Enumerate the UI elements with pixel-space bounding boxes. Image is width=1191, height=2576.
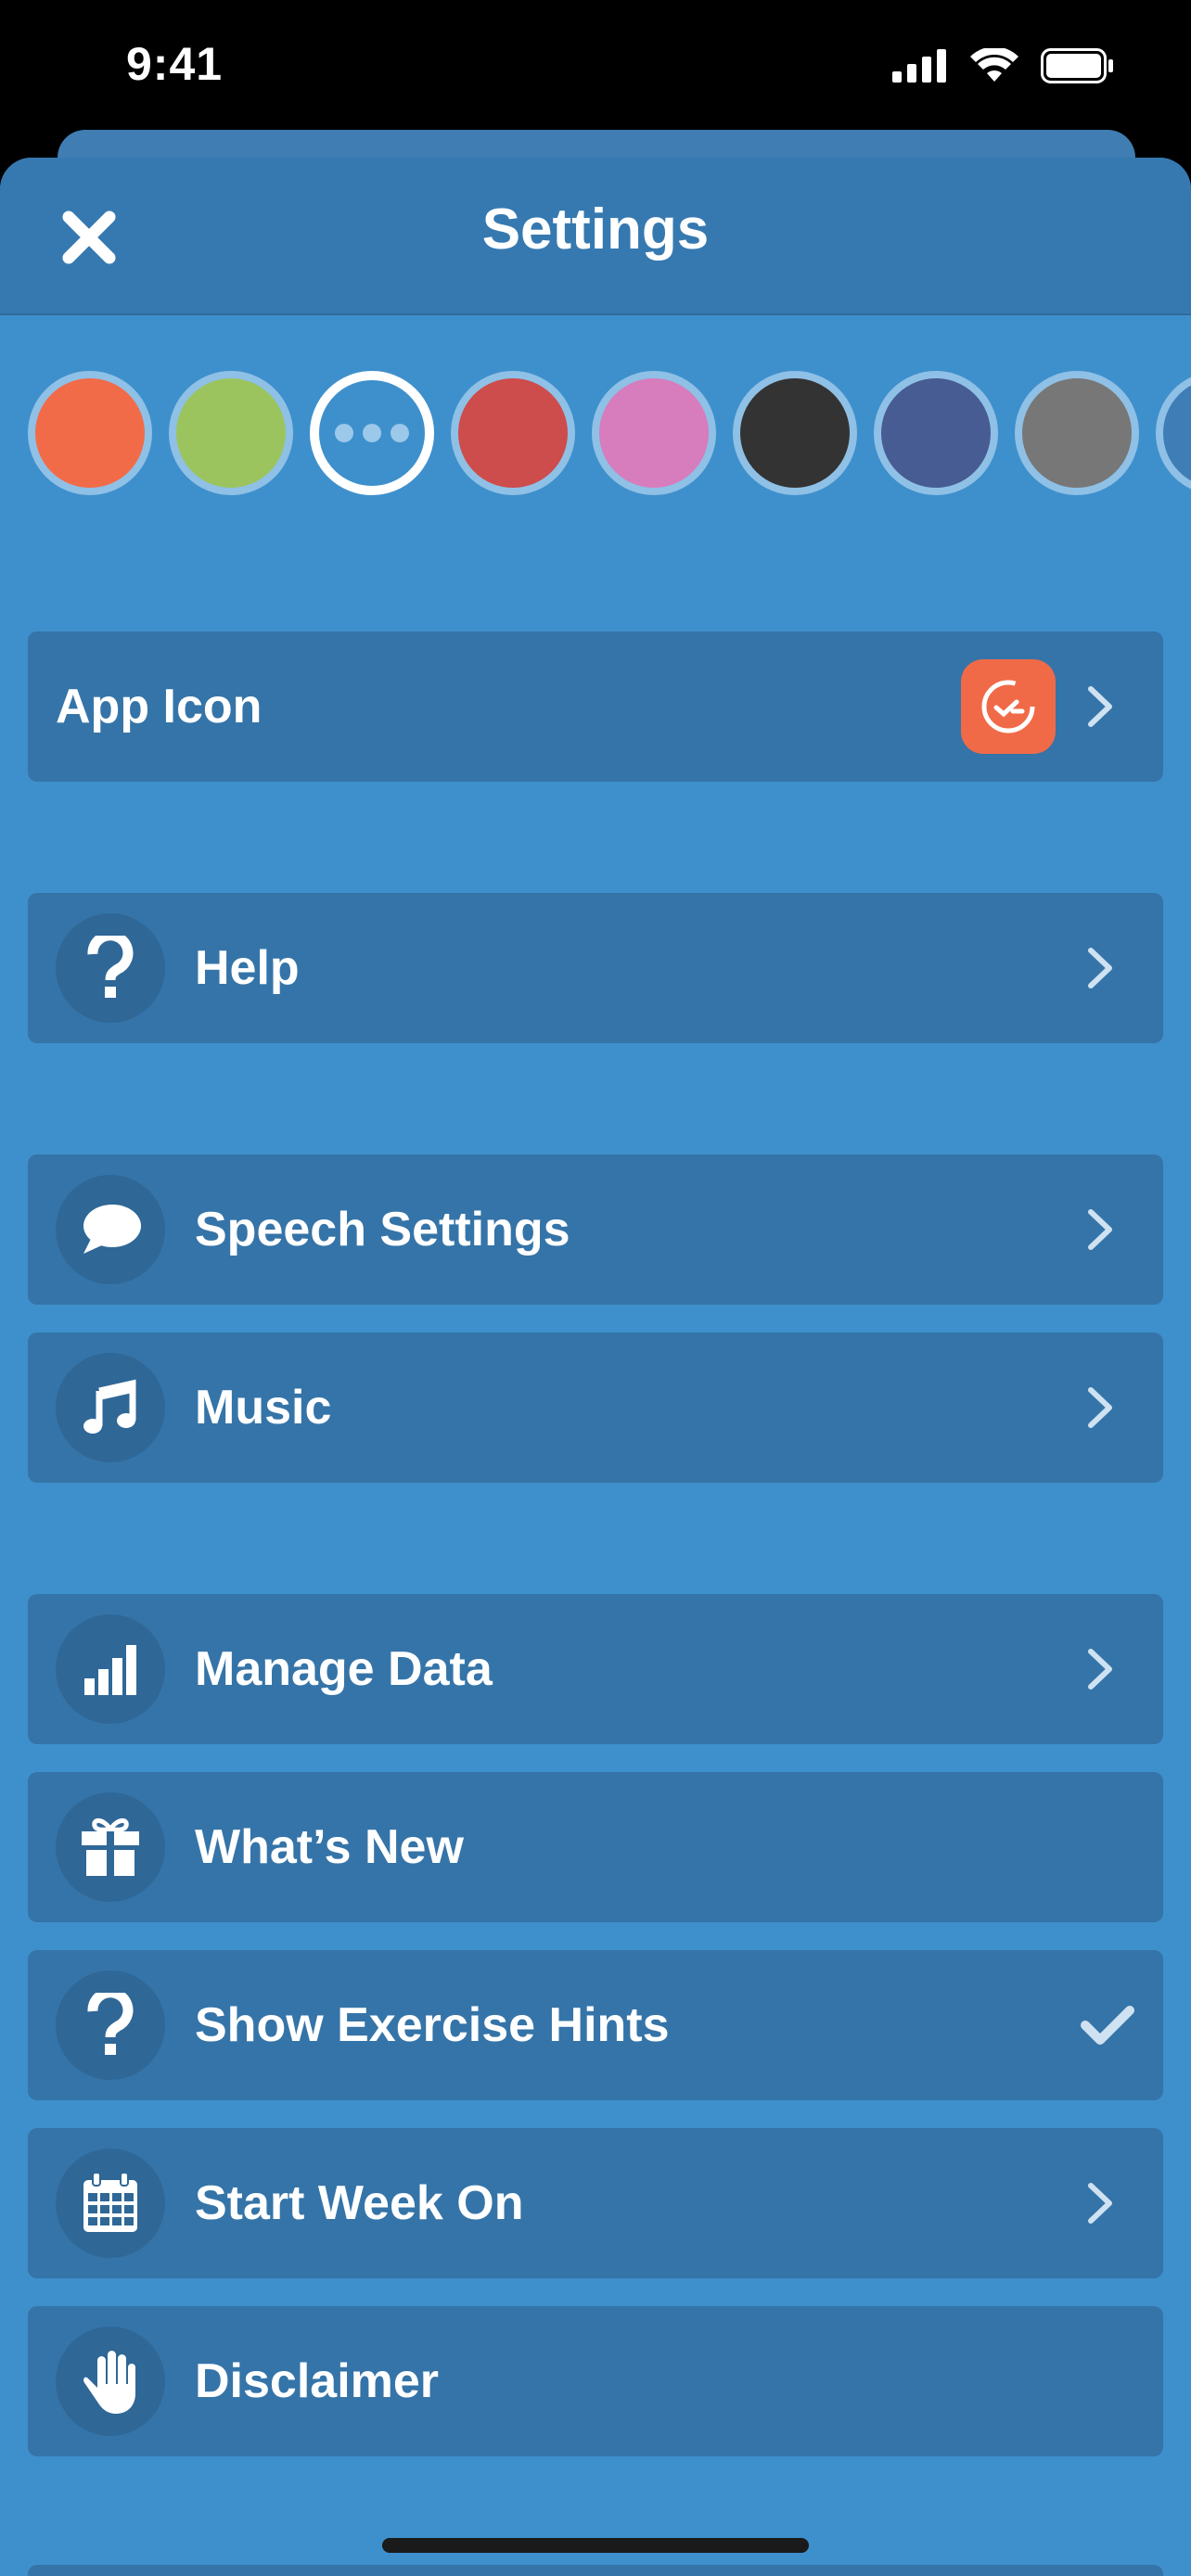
swatch-orange[interactable] [28,371,152,495]
home-indicator[interactable] [382,2538,809,2553]
swatch-pink[interactable] [592,371,716,495]
swatch-red[interactable] [451,371,575,495]
app-logo-icon [981,680,1035,733]
row-label: Music [195,1381,332,1435]
row-label: Start Week On [195,2176,524,2230]
question-icon [87,936,134,998]
app-icon-row[interactable]: App Icon [28,631,1163,782]
checkmark-icon [1080,1997,1135,2053]
chevron-right-icon [1072,1202,1128,1257]
question-icon [87,1993,134,2055]
settings-sheet: Settings App Icon Help Speech Settings M… [0,158,1191,2576]
help-icon-circle [56,913,165,1023]
chevron-right-icon [1072,940,1128,996]
start-week-on-row[interactable]: Start Week On [28,2128,1163,2278]
status-icons [892,48,1115,83]
swatch-more[interactable] [310,371,434,495]
swatch-gray[interactable] [1015,371,1139,495]
row-label: Show Exercise Hints [195,1998,670,2052]
music-note-icon [83,1379,136,1434]
next-row-partial [28,2565,1163,2576]
speech-settings-row[interactable]: Speech Settings [28,1154,1163,1305]
app-icon-preview [961,659,1056,754]
status-bar: 9:41 [0,0,1191,139]
color-swatches [0,371,1191,501]
row-label: Help [195,941,300,995]
disclaimer-icon-circle [56,2327,165,2436]
swatch-black[interactable] [733,371,857,495]
swatch-navy[interactable] [874,371,998,495]
page-title: Settings [481,198,710,261]
signal-icon [892,49,946,83]
whats-new-icon-circle [56,1792,165,1902]
battery-icon [1041,48,1113,83]
row-label: Disclaimer [195,2354,440,2408]
row-label: Manage Data [195,1642,493,1696]
disclaimer-row[interactable]: Disclaimer [28,2306,1163,2456]
show-exercise-hints-row[interactable]: Show Exercise Hints [28,1950,1163,2100]
chevron-right-icon [1072,679,1128,734]
manage-data-icon-circle [56,1614,165,1724]
row-label: What’s New [195,1820,464,1874]
row-label: Speech Settings [195,1203,570,1256]
manage-data-row[interactable]: Manage Data [28,1594,1163,1744]
music-row[interactable]: Music [28,1333,1163,1483]
speech-icon-circle [56,1175,165,1284]
start-week-icon-circle [56,2149,165,2258]
hand-icon [83,2351,135,2414]
swatch-blue[interactable] [1156,371,1191,495]
wifi-icon [970,48,1018,82]
bar-chart-icon [84,1645,136,1695]
help-row[interactable]: Help [28,893,1163,1043]
chevron-right-icon [1072,1641,1128,1697]
nav-bar: Settings [0,158,1191,315]
chevron-right-icon [1072,2175,1128,2231]
music-icon-circle [56,1353,165,1462]
hints-icon-circle [56,1970,165,2080]
status-time: 9:41 [126,38,224,90]
gift-icon [82,1818,139,1876]
chevron-right-icon [1072,1380,1128,1435]
whats-new-row[interactable]: What’s New [28,1772,1163,1922]
calendar-icon [83,2172,137,2232]
speech-bubble-icon [83,1205,141,1254]
swatch-green[interactable] [169,371,293,495]
more-icon [319,424,425,442]
row-label: App Icon [56,680,263,733]
